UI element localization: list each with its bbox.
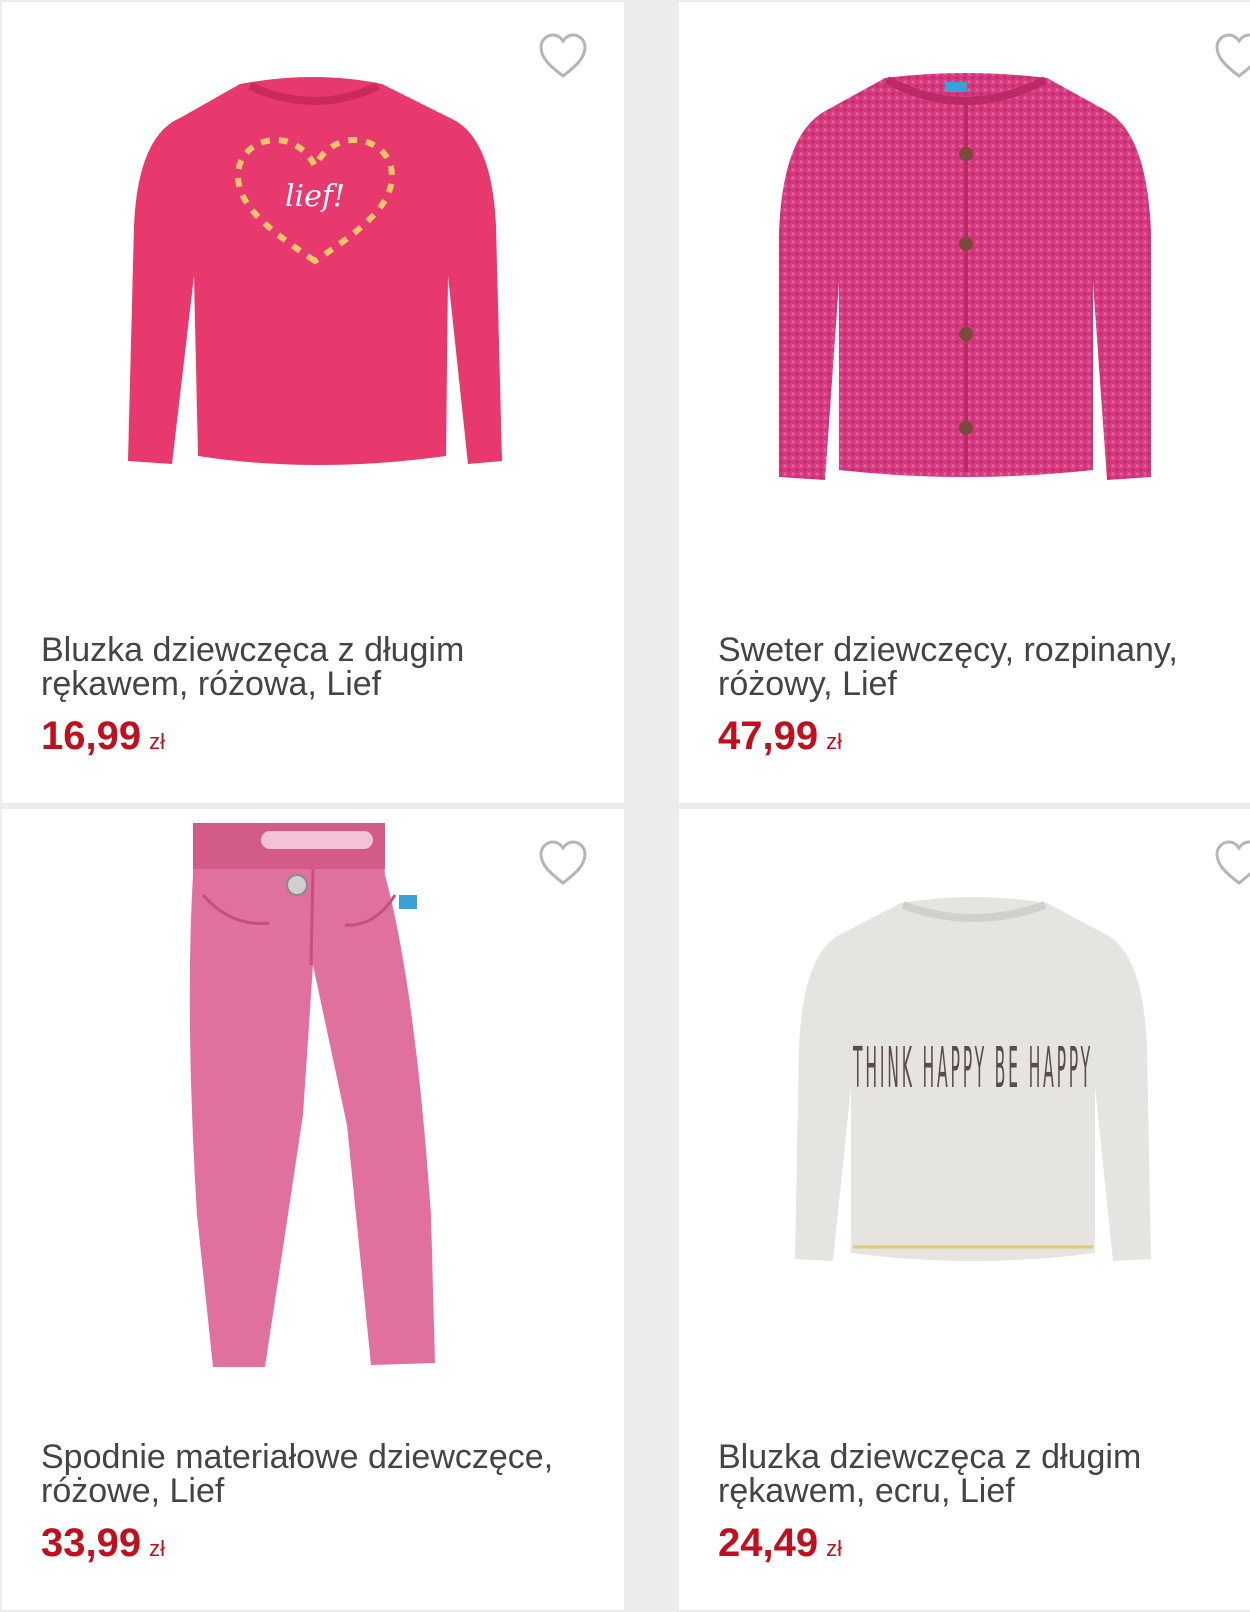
- product-card[interactable]: THINK HAPPY BE HAPPY Bluzka dziewczęca z…: [679, 809, 1250, 1610]
- product-image[interactable]: [775, 72, 1157, 492]
- product-title[interactable]: Spodnie materiałowe dziewczęce, różowe, …: [41, 1440, 581, 1508]
- price-amount: 47,99: [718, 714, 819, 758]
- price-currency: zł: [826, 729, 842, 754]
- product-image[interactable]: [185, 815, 445, 1375]
- price-amount: 16,99: [41, 714, 142, 758]
- product-title[interactable]: Sweter dziewczęcy, rozpinany, różowy, Li…: [718, 633, 1218, 701]
- product-card[interactable]: Spodnie materiałowe dziewczęce, różowe, …: [2, 809, 624, 1610]
- price-amount: 24,49: [718, 1521, 819, 1565]
- heart-outline-icon[interactable]: [537, 32, 589, 80]
- price-currency: zł: [149, 729, 165, 754]
- heart-outline-icon[interactable]: [1213, 839, 1250, 887]
- product-title[interactable]: Bluzka dziewczęca z długim rękawem, różo…: [41, 633, 581, 701]
- product-price: 47,99 zł: [718, 714, 842, 759]
- product-card[interactable]: Sweter dziewczęcy, rozpinany, różowy, Li…: [679, 2, 1250, 803]
- product-card[interactable]: lief! Bluzka dziewczęca z długim rękawem…: [2, 2, 624, 803]
- product-price: 33,99 zł: [41, 1521, 165, 1566]
- heart-outline-icon[interactable]: [1213, 32, 1250, 80]
- heart-outline-icon[interactable]: [537, 839, 589, 887]
- product-grid: lief! Bluzka dziewczęca z długim rękawem…: [0, 0, 1250, 1612]
- product-image[interactable]: THINK HAPPY BE HAPPY: [791, 897, 1155, 1277]
- price-currency: zł: [149, 1536, 165, 1561]
- product-price: 16,99 zł: [41, 714, 165, 759]
- price-currency: zł: [826, 1536, 842, 1561]
- price-amount: 33,99: [41, 1521, 142, 1565]
- product-price: 24,49 zł: [718, 1521, 842, 1566]
- print-text: THINK HAPPY BE HAPPY: [853, 1036, 1093, 1101]
- product-title[interactable]: Bluzka dziewczęca z długim rękawem, ecru…: [718, 1440, 1218, 1508]
- print-text: lief!: [285, 179, 345, 214]
- product-image[interactable]: lief!: [120, 76, 510, 476]
